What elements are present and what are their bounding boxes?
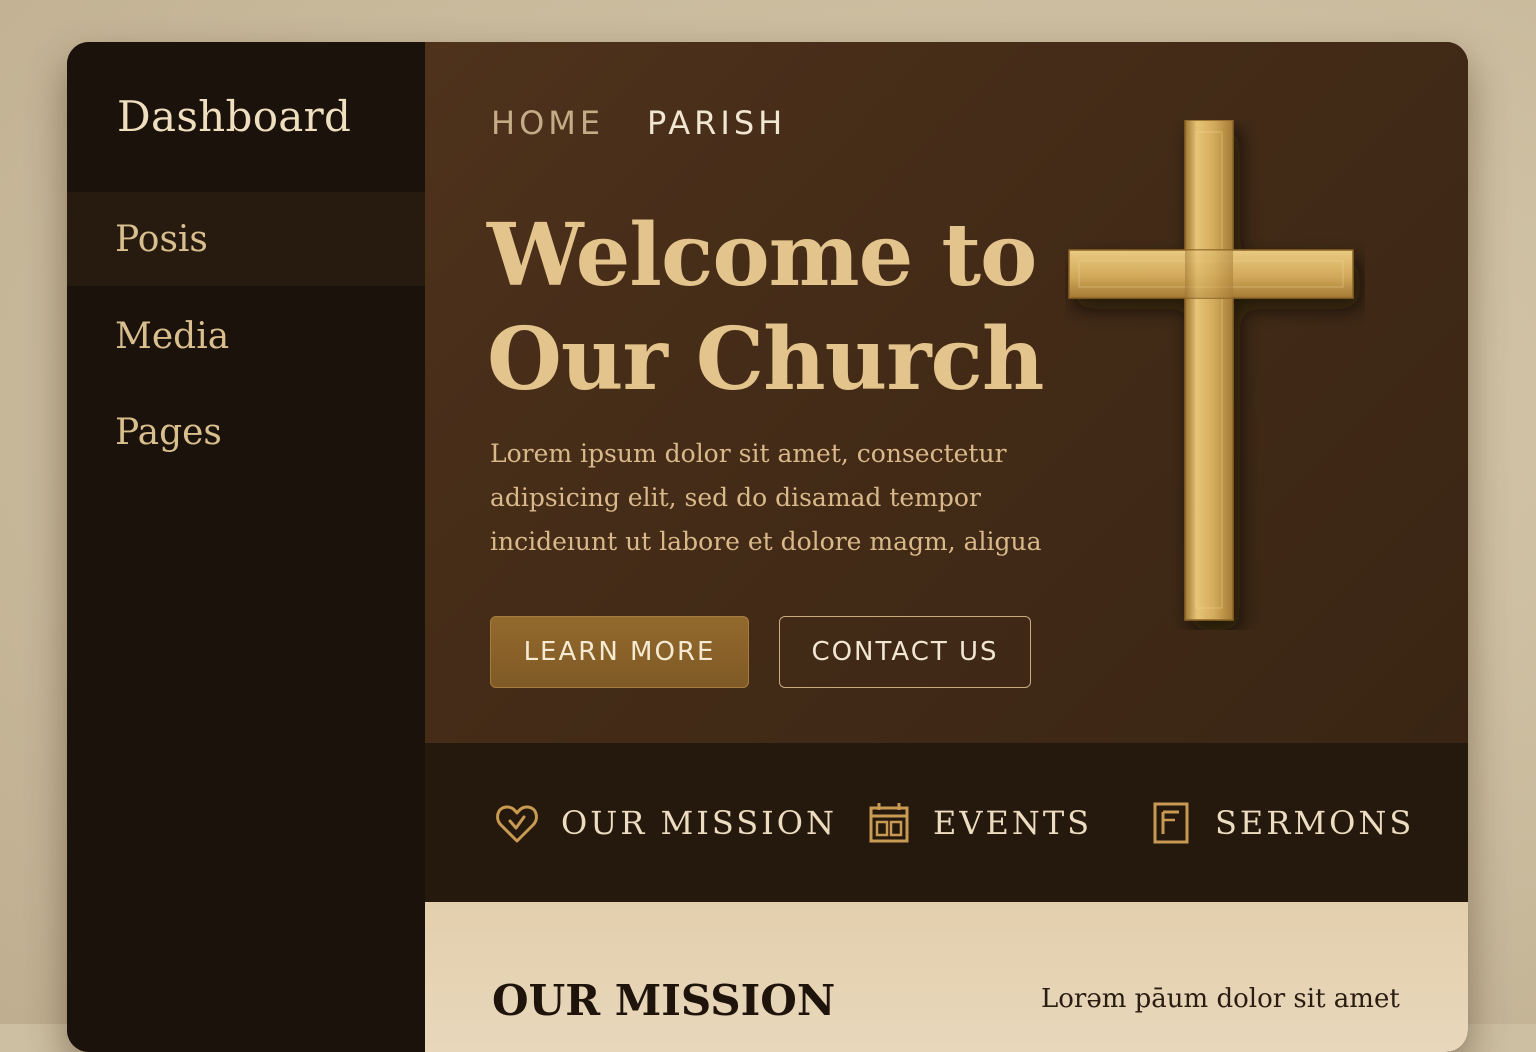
heart-icon [493, 799, 541, 847]
subnav-label: OUR MISSION [561, 804, 837, 842]
section-text: Lorəm pāum dolor sit amet [1041, 984, 1400, 1014]
sidebar-item-label: Pages [115, 412, 222, 453]
hero-description-line: incideıunt ut labore et dolore magm, ali… [490, 520, 1080, 564]
hero-description: Lorem ipsum dolor sit amet, consectetur … [490, 432, 1080, 564]
content-section: OUR MISSION Lorəm pāum dolor sit amet [425, 902, 1468, 1052]
subnav-our-mission[interactable]: OUR MISSION [493, 798, 837, 848]
sidebar-item-label: Posis [115, 219, 208, 260]
subnav-sermons[interactable]: SERMONS [1147, 798, 1414, 848]
sidebar-item-pages[interactable]: Pages [67, 385, 425, 479]
sidebar: Dashboard Posis Media Pages [67, 42, 425, 1052]
document-icon [1147, 799, 1195, 847]
golden-cross-icon [1065, 120, 1365, 630]
section-title: OUR MISSION [492, 976, 835, 1025]
calendar-icon [865, 799, 913, 847]
subnav-label: SERMONS [1215, 804, 1414, 842]
hero-title-line: Our Church [487, 308, 1047, 412]
subnav-events[interactable]: EVENTS [865, 798, 1092, 848]
app-window: Dashboard Posis Media Pages HOME PARISH … [67, 42, 1468, 1052]
contact-us-button[interactable]: CONTACT US [779, 616, 1031, 688]
sidebar-item-posis[interactable]: Posis [67, 192, 425, 286]
sidebar-item-media[interactable]: Media [67, 289, 425, 383]
hero-description-line: adipsicing elit, sed do disamad tempor [490, 476, 1080, 520]
subnav-label: EVENTS [933, 804, 1092, 842]
feature-nav: OUR MISSION EVENTS [425, 743, 1468, 902]
learn-more-button[interactable]: LEARN MORE [490, 616, 749, 688]
hero-title: Welcome to Our Church [487, 204, 1047, 412]
hero-title-line: Welcome to [487, 204, 1047, 308]
sidebar-title: Dashboard [117, 92, 351, 141]
sidebar-item-label: Media [115, 316, 229, 357]
hero-description-line: Lorem ipsum dolor sit amet, consectetur [490, 432, 1080, 476]
nav-home-link[interactable]: HOME [491, 104, 604, 142]
main-area: HOME PARISH Welcome to Our Church Lorem … [425, 42, 1468, 1052]
hero-section: HOME PARISH Welcome to Our Church Lorem … [425, 42, 1468, 743]
nav-parish-link[interactable]: PARISH [647, 104, 786, 142]
